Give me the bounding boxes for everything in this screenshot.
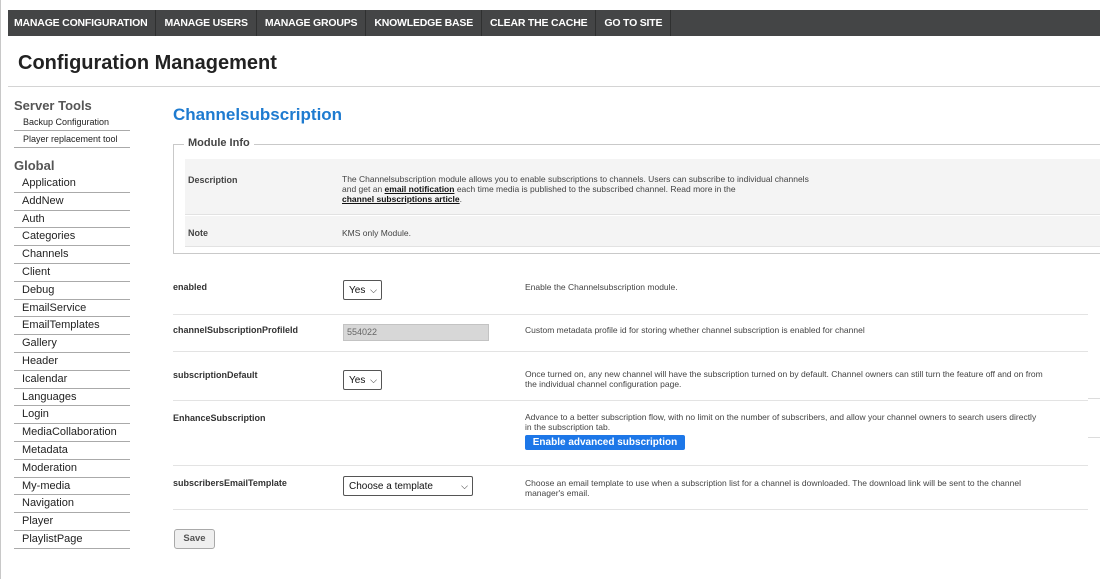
sidebar-item-debug[interactable]: Debug: [14, 282, 130, 300]
module-description-row: Description The Channelsubscription modu…: [185, 159, 1100, 215]
sidebar-item-emailservice[interactable]: EmailService: [14, 300, 130, 318]
nav-knowledge-base[interactable]: KNOWLEDGE BASE: [366, 10, 483, 36]
top-navigation: MANAGE CONFIGURATION MANAGE USERS MANAGE…: [8, 10, 1100, 36]
profile-id-label: channelSubscriptionProfileId: [173, 325, 299, 335]
subscription-default-label: subscriptionDefault: [173, 370, 258, 380]
note-text: KMS only Module.: [342, 228, 411, 238]
email-template-select[interactable]: Choose a template ⌵: [343, 476, 473, 496]
module-info-box: Module Info Description The Channelsubsc…: [173, 137, 1100, 254]
profile-id-input[interactable]: 554022: [343, 324, 489, 341]
note-label: Note: [188, 228, 208, 238]
sidebar-item-login[interactable]: Login: [14, 406, 130, 425]
sidebar-item-languages[interactable]: Languages: [14, 389, 130, 407]
chevron-down-icon: ⌵: [370, 374, 377, 385]
sidebar: Server Tools Backup Configuration Player…: [14, 98, 130, 549]
window-edge: [0, 0, 1, 579]
sidebar-item-icalendar[interactable]: Icalendar: [14, 371, 130, 389]
profile-id-description: Custom metadata profile id for storing w…: [525, 325, 865, 335]
setting-row-profile-id: channelSubscriptionProfileId 554022 Cust…: [173, 314, 1088, 352]
nav-go-to-site[interactable]: GO TO SITE: [596, 10, 672, 36]
module-title: Channelsubscription: [173, 105, 343, 124]
subscription-default-description: Once turned on, any new channel will hav…: [525, 369, 1043, 389]
row-divider-fragment: [1088, 437, 1100, 438]
sidebar-item-auth[interactable]: Auth: [14, 211, 130, 229]
email-template-description: Choose an email template to use when a s…: [525, 478, 1021, 498]
enable-advanced-subscription-button[interactable]: Enable advanced subscription: [525, 435, 685, 450]
sidebar-item-metadata[interactable]: Metadata: [14, 442, 130, 460]
sidebar-item-moderation[interactable]: Moderation: [14, 460, 130, 478]
module-info-legend: Module Info: [184, 137, 254, 149]
save-button[interactable]: Save: [174, 529, 215, 549]
subscription-default-select[interactable]: Yes ⌵: [343, 370, 382, 390]
sidebar-item-header[interactable]: Header: [14, 353, 130, 371]
description-text: The Channelsubscription module allows yo…: [342, 174, 809, 204]
page-title: Configuration Management: [18, 52, 277, 74]
sidebar-item-player-replacement-tool[interactable]: Player replacement tool: [14, 131, 130, 148]
sidebar-item-emailtemplates[interactable]: EmailTemplates: [14, 317, 130, 336]
sidebar-heading-server-tools: Server Tools: [14, 98, 92, 113]
sidebar-item-backup-configuration[interactable]: Backup Configuration: [14, 114, 130, 131]
sidebar-item-playlistpage[interactable]: PlaylistPage: [14, 531, 130, 549]
module-note-row: Note KMS only Module.: [185, 216, 1100, 247]
enhance-subscription-description: Advance to a better subscription flow, w…: [525, 412, 1037, 432]
enabled-description: Enable the Channelsubscription module.: [525, 282, 678, 292]
setting-row-enabled: enabled Yes ⌵ Enable the Channelsubscript…: [173, 271, 1088, 315]
sidebar-item-my-media[interactable]: My-media: [14, 478, 130, 496]
enabled-select[interactable]: Yes ⌵: [343, 280, 382, 300]
email-template-label: subscribersEmailTemplate: [173, 478, 287, 488]
email-notification-link[interactable]: email notification: [385, 184, 455, 194]
sidebar-item-navigation[interactable]: Navigation: [14, 495, 130, 514]
enabled-label: enabled: [173, 282, 208, 292]
description-label: Description: [188, 175, 238, 185]
nav-manage-groups[interactable]: MANAGE GROUPS: [257, 10, 367, 36]
nav-manage-users[interactable]: MANAGE USERS: [156, 10, 257, 36]
row-divider-fragment: [1088, 398, 1100, 399]
chevron-down-icon: ⌵: [461, 480, 468, 491]
sidebar-item-mediacollaboration[interactable]: MediaCollaboration: [14, 424, 130, 442]
chevron-down-icon: ⌵: [370, 284, 377, 295]
nav-manage-configuration[interactable]: MANAGE CONFIGURATION: [8, 10, 157, 36]
sidebar-item-client[interactable]: Client: [14, 264, 130, 282]
sidebar-item-gallery[interactable]: Gallery: [14, 335, 130, 353]
title-divider: [8, 86, 1100, 87]
sidebar-item-channels[interactable]: Channels: [14, 246, 130, 264]
sidebar-item-player[interactable]: Player: [14, 513, 130, 531]
sidebar-item-categories[interactable]: Categories: [14, 228, 130, 247]
setting-row-email-template: subscribersEmailTemplate Choose a templa…: [173, 465, 1088, 510]
sidebar-item-application[interactable]: Application: [14, 175, 130, 193]
setting-row-subscription-default: subscriptionDefault Yes ⌵ Once turned on,…: [173, 351, 1088, 401]
nav-clear-the-cache[interactable]: CLEAR THE CACHE: [482, 10, 597, 36]
enhance-subscription-label: EnhanceSubscription: [173, 413, 266, 423]
channel-subscriptions-article-link[interactable]: channel subscriptions article: [342, 194, 460, 204]
sidebar-heading-global: Global: [14, 158, 55, 173]
setting-row-enhance-subscription: EnhanceSubscription Advance to a better …: [173, 400, 1088, 466]
sidebar-item-addnew[interactable]: AddNew: [14, 193, 130, 211]
